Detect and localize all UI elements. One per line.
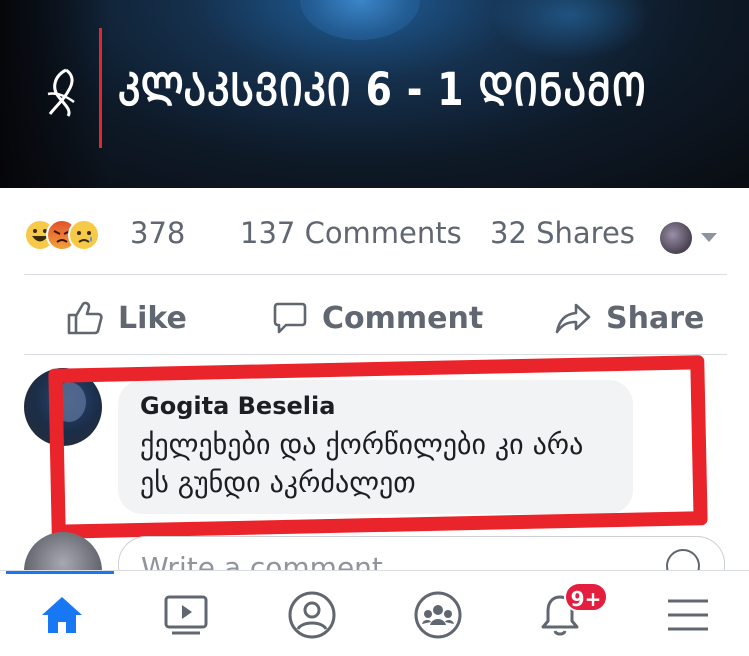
watch-icon[interactable]	[158, 587, 214, 643]
home-icon[interactable]	[34, 587, 90, 643]
divider	[24, 354, 727, 355]
post-stats: 378 137 Comments 32 Shares	[0, 208, 749, 258]
highlight-frame	[48, 355, 708, 539]
like-label: Like	[118, 300, 187, 336]
notifications-badge: 9+	[564, 582, 608, 612]
share-icon	[555, 303, 591, 334]
shares-count[interactable]: 32 Shares	[490, 216, 635, 250]
logo-divider	[99, 28, 102, 148]
share-label: Share	[606, 300, 705, 336]
active-tab-indicator	[6, 571, 114, 574]
viewer-avatar[interactable]	[660, 222, 692, 254]
reaction-icons[interactable]	[24, 219, 124, 251]
like-button[interactable]: Like	[66, 298, 187, 338]
post-actions: Like Comment Share	[0, 280, 749, 354]
background-shape	[300, 0, 420, 40]
comment-icon	[273, 302, 307, 334]
chevron-down-icon[interactable]	[701, 233, 717, 242]
profile-icon[interactable]	[284, 587, 340, 643]
comment-button[interactable]: Comment	[272, 298, 483, 338]
background-shape	[490, 0, 650, 60]
groups-icon[interactable]	[410, 587, 466, 643]
comment-label: Comment	[322, 300, 484, 336]
club-logo-icon	[47, 68, 75, 117]
sad-icon	[68, 219, 100, 251]
reactions-count[interactable]: 378	[130, 216, 185, 250]
share-button[interactable]: Share	[554, 298, 704, 338]
post-headline: ᲙᲚᲐᲙᲡᲕᲘᲙᲘ 6 - 1 ᲓᲘᲜᲐᲛᲝ	[118, 63, 647, 116]
comments-count[interactable]: 137 Comments	[240, 216, 462, 250]
bottom-nav	[0, 570, 749, 656]
divider	[24, 274, 727, 275]
thumbs-up-icon	[67, 301, 103, 335]
post-image[interactable]: ᲙᲚᲐᲙᲡᲕᲘᲙᲘ 6 - 1 ᲓᲘᲜᲐᲛᲝ	[0, 0, 749, 188]
menu-icon[interactable]	[660, 587, 716, 643]
